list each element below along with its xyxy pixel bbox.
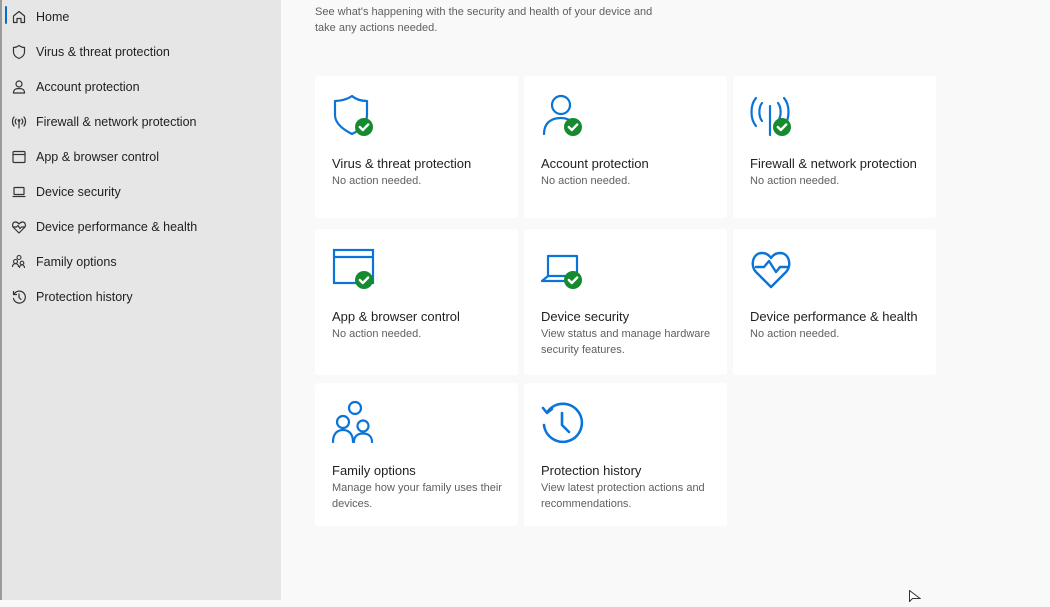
app-window-icon	[331, 245, 379, 293]
sidebar-item-home[interactable]: Home	[2, 2, 281, 32]
shield-icon	[11, 44, 27, 60]
heart-pulse-icon	[11, 219, 27, 235]
sidebar-item-label: Firewall & network protection	[36, 115, 197, 129]
mouse-pointer-icon	[909, 589, 922, 607]
shield-icon	[331, 92, 379, 140]
tile-description: No action needed.	[750, 327, 840, 340]
tile-title: Virus & threat protection	[332, 156, 472, 171]
family-icon	[331, 399, 379, 447]
tile-description: View latest protection actions and recom…	[541, 481, 705, 510]
tile-description: No action needed.	[332, 174, 422, 187]
tile-text: Family options Manage how your family us…	[332, 462, 507, 512]
sidebar-item-label: Virus & threat protection	[36, 45, 170, 59]
tile-text: Virus & threat protection No action need…	[332, 155, 507, 189]
tile-text: App & browser control No action needed.	[332, 308, 507, 342]
sidebar-item-label: Family options	[36, 255, 117, 269]
sidebar-item-protection-history[interactable]: Protection history	[2, 282, 281, 312]
tile-family-options[interactable]: Family options Manage how your family us…	[315, 383, 518, 526]
tile-app-browser[interactable]: App & browser control No action needed.	[315, 229, 518, 375]
page-subtitle: See what's happening with the security a…	[315, 6, 653, 34]
sidebar-item-label: Device security	[36, 185, 121, 199]
tile-device-security[interactable]: Device security View status and manage h…	[524, 229, 727, 375]
tile-description: No action needed.	[541, 174, 631, 187]
sidebar-nav: Home Virus & threat protection Account p…	[2, 0, 281, 600]
tile-text: Device security View status and manage h…	[541, 308, 716, 358]
selection-indicator	[5, 6, 7, 24]
tile-text: Device performance & health No action ne…	[750, 308, 925, 342]
tile-description: Manage how your family uses their device…	[332, 481, 502, 510]
sidebar-item-family[interactable]: Family options	[2, 247, 281, 277]
sidebar-item-device-security[interactable]: Device security	[2, 177, 281, 207]
tile-description: View status and manage hardware security…	[541, 327, 711, 356]
laptop-icon	[540, 245, 588, 293]
sidebar-item-app-browser[interactable]: App & browser control	[2, 142, 281, 172]
tile-text: Firewall & network protection No action …	[750, 155, 925, 189]
antenna-icon	[749, 92, 797, 140]
laptop-icon	[11, 184, 27, 200]
sidebar-item-label: Protection history	[36, 290, 133, 304]
history-icon	[540, 399, 588, 447]
sidebar-item-virus-threat[interactable]: Virus & threat protection	[2, 37, 281, 67]
sidebar-item-label: App & browser control	[36, 150, 159, 164]
sidebar-item-label: Home	[36, 10, 70, 24]
tile-virus-threat[interactable]: Virus & threat protection No action need…	[315, 76, 518, 218]
main-content: See what's happening with the security a…	[281, 0, 1050, 600]
tile-protection-history[interactable]: Protection history View latest protectio…	[524, 383, 727, 526]
tile-title: Family options	[332, 463, 416, 478]
tile-title: App & browser control	[332, 309, 460, 324]
sidebar-item-device-performance[interactable]: Device performance & health	[2, 212, 281, 242]
sidebar-item-account[interactable]: Account protection	[2, 72, 281, 102]
tile-device-performance[interactable]: Device performance & health No action ne…	[733, 229, 936, 375]
app-window-icon	[11, 149, 27, 165]
home-icon	[11, 9, 27, 25]
tile-title: Account protection	[541, 156, 649, 171]
tile-description: No action needed.	[750, 174, 840, 187]
person-icon	[540, 92, 588, 140]
family-icon	[11, 254, 27, 270]
tile-title: Device performance & health	[750, 309, 918, 324]
tile-account-protection[interactable]: Account protection No action needed.	[524, 76, 727, 218]
tile-title: Device security	[541, 309, 630, 324]
tile-title: Protection history	[541, 463, 642, 478]
history-icon	[11, 289, 27, 305]
tile-description: No action needed.	[332, 327, 422, 340]
tile-text: Account protection No action needed.	[541, 155, 716, 189]
sidebar-item-label: Account protection	[36, 80, 140, 94]
heart-pulse-icon	[749, 245, 797, 293]
tile-firewall-network[interactable]: Firewall & network protection No action …	[733, 76, 936, 218]
person-icon	[11, 79, 27, 95]
tile-text: Protection history View latest protectio…	[541, 462, 716, 512]
sidebar-item-firewall[interactable]: Firewall & network protection	[2, 107, 281, 137]
sidebar-item-label: Device performance & health	[36, 220, 198, 234]
tile-title: Firewall & network protection	[750, 156, 917, 171]
antenna-icon	[11, 114, 27, 130]
